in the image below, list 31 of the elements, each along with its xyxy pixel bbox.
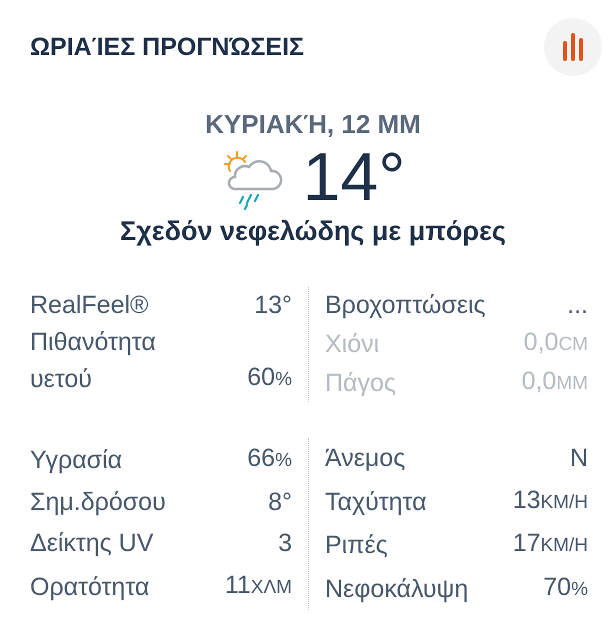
temperature: 14°: [302, 140, 406, 214]
detail-label: Δείκτης UV: [30, 528, 154, 559]
forecast-time: ΚΥΡΙΑΚΉ, 12 ΜΜ: [204, 109, 422, 140]
detail-value: 8°: [268, 486, 292, 518]
detail-label: Πάγος: [325, 368, 396, 399]
detail-value: 0,0CM: [524, 327, 588, 358]
detail-label: Σημ.δρόσου: [30, 486, 166, 518]
detail-label: Υγρασία: [30, 445, 122, 476]
detail-label: Άνεμος: [325, 443, 406, 474]
detail-label: Χιόνι: [325, 329, 380, 360]
detail-label: RealFeel®: [30, 290, 148, 321]
detail-value: ...: [567, 290, 588, 321]
detail-value: 70%: [543, 572, 588, 602]
detail-label: Νεφοκάλυψη: [325, 574, 468, 604]
detail-value: 0,0ΜΜ: [522, 366, 588, 397]
detail-value: 13°: [254, 290, 292, 321]
detail-label: Πιθανότητα υετού: [30, 327, 157, 395]
detail-label: Ταχύτητα: [325, 486, 427, 518]
condition-text: Σχεδόν νεφελώδης με μπόρες: [119, 216, 507, 247]
detail-value: 11ΧΛΜ: [224, 570, 292, 600]
section-title: ΩΡΙΑΊΕΣ ΠΡΟΓΝΏΣΕΙΣ: [30, 32, 304, 62]
detail-value: 60%: [247, 362, 292, 393]
detail-value: 3: [278, 528, 292, 559]
detail-value: 17ΚΜ/Η: [512, 528, 588, 559]
bar-chart-icon: [562, 33, 584, 61]
detail-value: 66%: [247, 443, 292, 474]
detail-value: N: [570, 443, 588, 474]
detail-label: Βροχοπτώσεις: [325, 290, 486, 321]
detail-label: Ριπές: [325, 530, 388, 561]
detail-value: 13ΚΜ/Η: [512, 484, 588, 516]
detail-label: Ορατότητα: [30, 572, 150, 602]
